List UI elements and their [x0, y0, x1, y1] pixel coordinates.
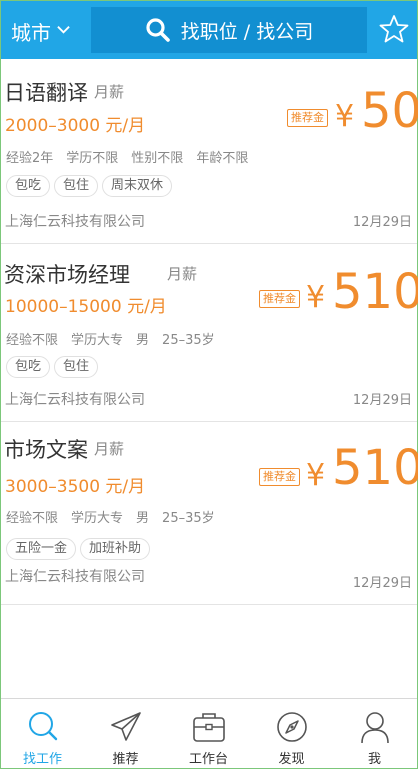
benefit-tag: 周末双休 — [102, 175, 173, 197]
nav-label: 工作台 — [188, 752, 228, 767]
referral-bonus-amount: 50 — [361, 83, 418, 139]
job-requirements: 经验不限 学历大专男 25–35岁 — [6, 507, 228, 526]
bottom-nav: 找工作 推荐 工作台 发现 我 — [1, 698, 417, 768]
nav-item-recommend[interactable]: 推荐 — [84, 699, 167, 769]
salary-unit-label: 月薪 — [94, 83, 125, 101]
requirement-education: 学历大专 — [71, 333, 124, 348]
post-date: 12月29日 — [352, 215, 412, 230]
nav-label: 推荐 — [112, 752, 139, 767]
requirement-age: 25–35岁 — [162, 511, 215, 526]
requirement-experience: 经验2年 — [6, 151, 54, 166]
compass-icon — [277, 712, 307, 742]
top-bar: 城市 找职位 / 找公司 — [1, 1, 417, 59]
salary-range: 3000–3500 元/月 — [5, 477, 146, 497]
search-placeholder: 找职位 / 找公司 — [180, 20, 314, 43]
job-requirements: 经验不限 学历大专男 25–35岁 — [6, 329, 228, 348]
briefcase-icon — [193, 713, 225, 742]
nav-item-me[interactable]: 我 — [333, 699, 416, 769]
requirement-education: 学历不限 — [66, 151, 119, 166]
search-icon — [29, 712, 58, 741]
benefit-tags: 包吃 包住 — [6, 356, 102, 378]
star-icon[interactable] — [379, 14, 409, 44]
requirement-education: 学历大专 — [71, 511, 124, 526]
city-label: 城市 — [11, 20, 51, 45]
requirement-age: 25–35岁 — [162, 333, 215, 348]
referral-bonus-amount: 510 — [332, 440, 418, 496]
post-date: 12月29日 — [352, 393, 412, 408]
referral-bonus-amount: 510 — [332, 264, 418, 320]
currency-symbol: ¥ — [335, 99, 355, 134]
salary-range: 2000–3000 元/月 — [5, 116, 146, 136]
company-name: 上海仁云科技有限公司 — [5, 569, 145, 585]
benefit-tags: 包吃 包住 周末双休 — [6, 175, 176, 197]
user-icon — [361, 712, 389, 744]
referral-bonus-badge: 推荐金 — [287, 109, 328, 127]
nav-label: 找工作 — [22, 752, 62, 767]
benefit-tag: 包吃 — [6, 175, 51, 197]
nav-item-workbench[interactable]: 工作台 — [167, 699, 250, 769]
benefit-tag: 加班补助 — [80, 538, 151, 560]
company-name: 上海仁云科技有限公司 — [5, 214, 145, 230]
benefit-tags: 五险一金 加班补助 — [6, 538, 154, 560]
job-requirements: 经验2年 学历不限 性别不限 年龄不限 — [6, 147, 261, 166]
requirement-experience: 经验不限 — [6, 511, 59, 526]
benefit-tag: 五险一金 — [6, 538, 77, 560]
salary-unit-label: 月薪 — [167, 265, 198, 283]
paper-plane-icon — [111, 712, 141, 741]
nav-item-find-job[interactable]: 找工作 — [1, 699, 84, 769]
requirement-experience: 经验不限 — [6, 333, 59, 348]
job-title: 资深市场经理 — [4, 263, 130, 287]
referral-bonus-badge: 推荐金 — [259, 468, 300, 486]
job-list: 日语翻译 月薪 2000–3000 元/月 经验2年 学历不限 性别不限 年龄不限 包… — [1, 59, 418, 605]
referral-bonus-badge: 推荐金 — [259, 290, 300, 308]
job-title: 日语翻译 — [4, 81, 88, 105]
benefit-tag: 包吃 — [6, 356, 51, 378]
chevron-down-icon — [57, 25, 70, 34]
requirement-gender: 男 — [136, 333, 150, 348]
salary-range: 10000–15000 元/月 — [5, 297, 167, 317]
post-date: 12月29日 — [352, 576, 412, 591]
nav-label: 我 — [367, 752, 381, 767]
requirement-age: 年龄不限 — [196, 151, 249, 166]
benefit-tag: 包住 — [54, 175, 99, 197]
search-icon — [146, 18, 170, 42]
currency-symbol: ¥ — [306, 458, 326, 493]
nav-item-discover[interactable]: 发现 — [250, 699, 333, 769]
requirement-gender: 男 — [136, 511, 150, 526]
benefit-tag: 包住 — [54, 356, 99, 378]
job-card[interactable]: 资深市场经理 月薪 10000–15000 元/月 经验不限 学历大专男 25–35… — [1, 244, 418, 422]
company-name: 上海仁云科技有限公司 — [5, 392, 145, 408]
city-selector[interactable]: 城市 — [11, 15, 70, 47]
job-card[interactable]: 日语翻译 月薪 2000–3000 元/月 经验2年 学历不限 性别不限 年龄不限 包… — [1, 59, 418, 244]
salary-unit-label: 月薪 — [94, 440, 125, 458]
search-bar[interactable]: 找职位 / 找公司 — [91, 7, 367, 53]
nav-label: 发现 — [278, 752, 305, 767]
requirement-gender: 性别不限 — [131, 151, 184, 166]
job-title: 市场文案 — [4, 438, 88, 462]
job-card[interactable]: 市场文案 月薪 3000–3500 元/月 经验不限 学历大专男 25–35岁 五险… — [1, 422, 418, 605]
currency-symbol: ¥ — [306, 280, 326, 315]
